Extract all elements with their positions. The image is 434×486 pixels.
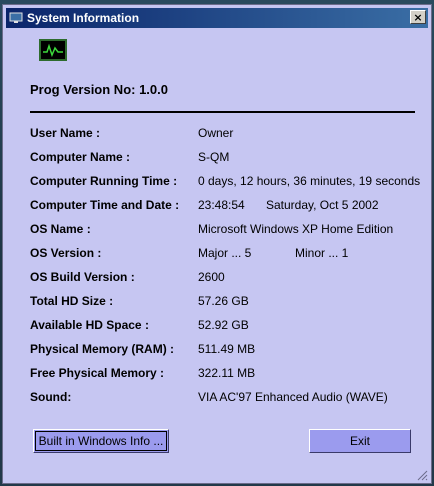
os-name-value: Microsoft Windows XP Home Edition <box>198 222 394 236</box>
computer-name-label: Computer Name : <box>30 150 131 164</box>
divider <box>30 111 415 113</box>
program-version: Prog Version No: 1.0.0 <box>30 82 168 97</box>
window-title: System Information <box>27 11 140 25</box>
os-version-minor: Minor ... 1 <box>295 246 349 260</box>
monitor-icon <box>9 11 23 25</box>
user-name-label: User Name : <box>30 126 101 140</box>
title-bar[interactable]: System Information × <box>6 8 428 28</box>
user-name-value: Owner <box>198 126 234 140</box>
date-value: Saturday, Oct 5 2002 <box>266 198 379 212</box>
resize-grip-icon[interactable] <box>416 468 428 481</box>
waveform-monitor-icon <box>39 39 67 61</box>
system-information-window: System Information × Prog Version No: 1.… <box>2 4 432 484</box>
os-name-label: OS Name : <box>30 222 91 236</box>
builtin-windows-info-button[interactable]: Built in Windows Info ... <box>33 429 169 453</box>
sound-label: Sound: <box>30 390 72 404</box>
running-time-value: 0 days, 12 hours, 36 minutes, 19 seconds <box>198 174 421 188</box>
sound-value: VIA AC'97 Enhanced Audio (WAVE) <box>198 390 388 404</box>
os-build-value: 2600 <box>198 270 225 284</box>
running-time-label: Computer Running Time : <box>30 174 178 188</box>
os-version-label: OS Version : <box>30 246 102 260</box>
available-hd-label: Available HD Space : <box>30 318 149 332</box>
total-hd-value: 57.26 GB <box>198 294 249 308</box>
physical-memory-label: Physical Memory (RAM) : <box>30 342 175 356</box>
available-hd-value: 52.92 GB <box>198 318 249 332</box>
total-hd-label: Total HD Size : <box>30 294 114 308</box>
time-date-label: Computer Time and Date : <box>30 198 180 212</box>
exit-button[interactable]: Exit <box>309 429 411 453</box>
os-build-label: OS Build Version : <box>30 270 135 284</box>
physical-memory-value: 511.49 MB <box>198 342 256 356</box>
close-button[interactable]: × <box>410 10 426 24</box>
os-version-major: Major ... 5 <box>198 246 252 260</box>
time-value: 23:48:54 <box>198 198 245 212</box>
free-memory-label: Free Physical Memory : <box>30 366 165 380</box>
free-memory-value: 322.11 MB <box>198 366 256 380</box>
computer-name-value: S-QM <box>198 150 230 164</box>
